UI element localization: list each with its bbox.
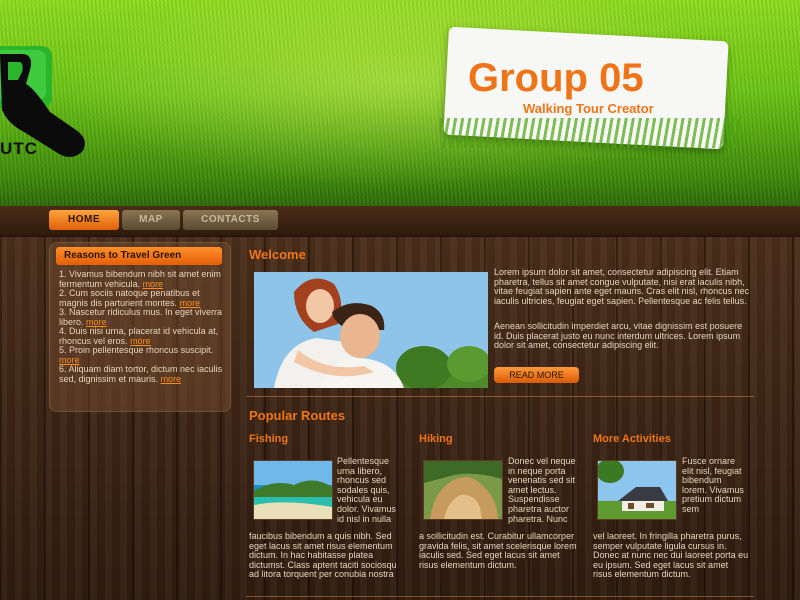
route-bottom-text-fishing: faucibus bibendum a quis nibh. Sed eget … <box>249 531 397 580</box>
more-activities-photo <box>597 460 677 520</box>
route-title-hiking: Hiking <box>419 433 453 445</box>
list-item: 2. Cum sociis natoque penatibus et magni… <box>59 288 201 308</box>
nav-home-button[interactable]: HOME <box>49 210 119 230</box>
welcome-photo <box>254 272 488 388</box>
couple-photo-icon <box>254 272 488 388</box>
more-link[interactable]: more <box>161 374 182 384</box>
route-side-text-hiking: Donec vel neque in neque porta venenatis… <box>508 456 576 524</box>
nav-bar <box>0 206 800 237</box>
more-link[interactable]: more <box>130 336 151 346</box>
more-link[interactable]: more <box>143 279 164 289</box>
bottom-divider <box>246 596 754 597</box>
site-subtitle: Walking Tour Creator <box>523 101 654 116</box>
route-side-text-fishing: Pellentesque urna libero, rhoncus sed so… <box>337 456 396 524</box>
list-item: 5. Proin pellentesque rhoncus suscipit. … <box>59 345 214 365</box>
nav-contacts-button[interactable]: CONTACTS <box>183 210 278 230</box>
nav-map-button[interactable]: MAP <box>122 210 180 230</box>
read-more-button[interactable]: READ MORE <box>494 367 579 383</box>
fishing-photo <box>253 460 333 520</box>
more-link[interactable]: more <box>180 298 201 308</box>
list-item: 6. Aliquam diam tortor, dictum nec iacul… <box>59 364 223 384</box>
welcome-heading: Welcome <box>249 247 306 262</box>
section-divider <box>246 396 754 397</box>
house-photo-icon <box>598 461 676 519</box>
site-title: Group 05 <box>468 56 644 100</box>
more-link[interactable]: more <box>59 355 80 365</box>
grass-overlay <box>440 118 740 148</box>
list-item: 4. Duis nisi urna, placerat id vehicula … <box>59 326 219 346</box>
sidebar-list: 1. Vivamus bibendum nibh sit amet enim f… <box>59 269 223 384</box>
beach-photo-icon <box>254 461 332 519</box>
list-item: 3. Nascetur ridiculus mus. In eget viver… <box>59 307 223 327</box>
sidebar-title: Reasons to Travel Green <box>56 247 222 265</box>
welcome-paragraph-1: Lorem ipsum dolor sit amet, consectetur … <box>494 267 750 306</box>
welcome-paragraph-2: Aenean sollicitudin imperdiet arcu, vita… <box>494 321 743 351</box>
route-title-fishing: Fishing <box>249 433 289 445</box>
hiking-photo <box>423 460 503 520</box>
route-title-more-activities: More Activities <box>593 433 671 445</box>
list-item: 1. Vivamus bibendum nibh sit amet enim f… <box>59 269 221 289</box>
popular-routes-heading: Popular Routes <box>249 408 346 423</box>
route-bottom-text-more-activities: vel laoreet. In fringilla pharetra purus… <box>593 531 749 580</box>
more-link[interactable]: more <box>86 317 107 327</box>
logo-text: UTC <box>0 139 38 158</box>
route-side-text-more-activities: Fusce ornare elit nisl, feugiat bibendum… <box>682 456 744 514</box>
route-bottom-text-hiking: a sollicitudin est. Curabitur ullamcorpe… <box>419 531 577 570</box>
rock-photo-icon <box>424 461 502 519</box>
